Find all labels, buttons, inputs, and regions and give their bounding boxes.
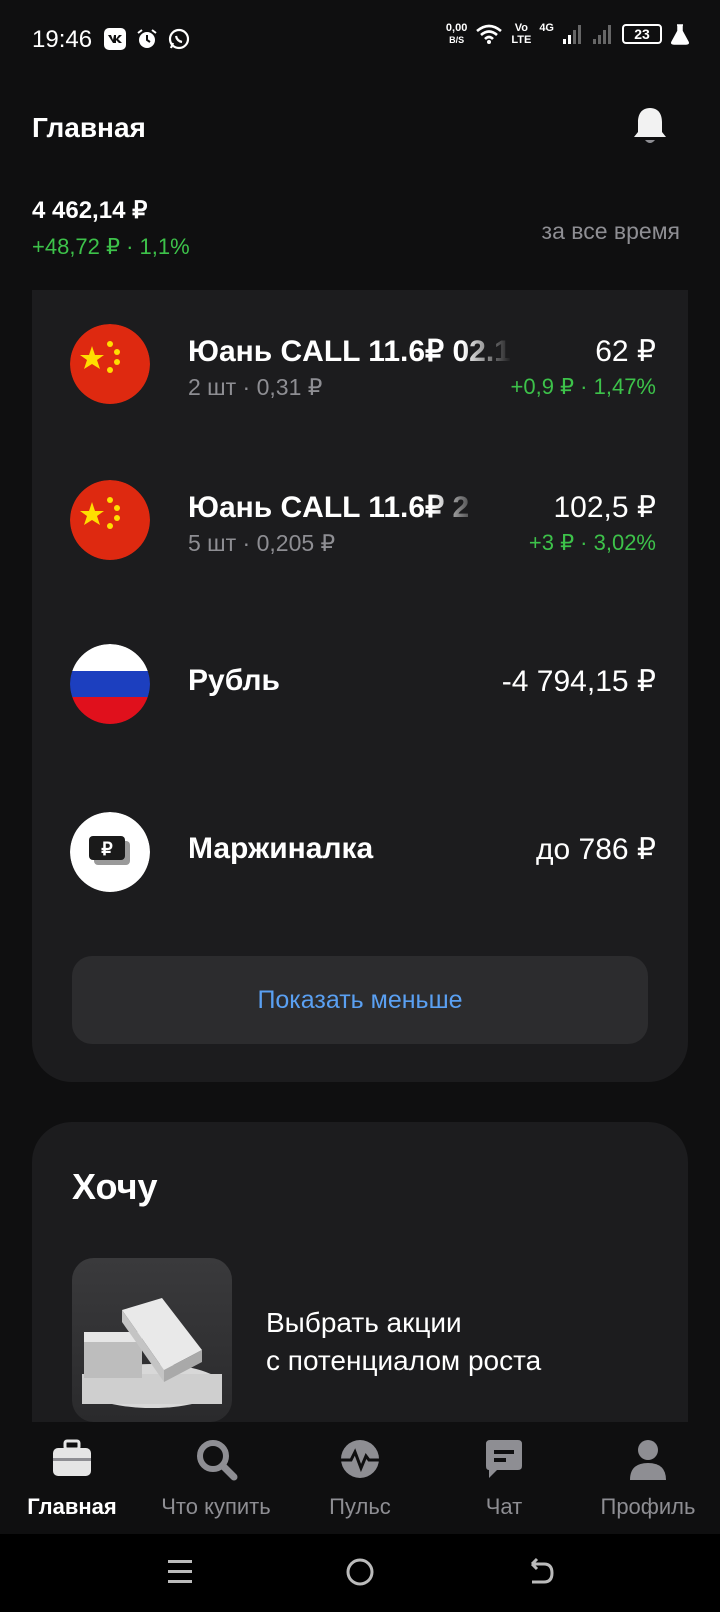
- wifi-icon: [476, 24, 503, 44]
- pulse-icon: [341, 1440, 379, 1478]
- chat-icon: [486, 1440, 522, 1478]
- flask-icon: [671, 24, 689, 45]
- search-icon: [197, 1440, 238, 1481]
- holding-name: Маржиналка: [188, 832, 374, 865]
- portfolio-total: 4 462,14 ₽: [32, 197, 148, 224]
- silver-bars-icon: [82, 1298, 222, 1408]
- tab-profile[interactable]: Профиль: [576, 1436, 720, 1520]
- promo-text[interactable]: Выбрать акции с потенциалом роста: [266, 1304, 541, 1380]
- want-card: Хочу Выбрать акции с потенциалом роста: [32, 1122, 688, 1422]
- alarm-icon: [137, 29, 157, 48]
- china-flag-icon: [70, 480, 150, 560]
- signal-icon: [563, 25, 581, 44]
- menu-icon[interactable]: [160, 1552, 200, 1592]
- home-icon[interactable]: [340, 1552, 380, 1592]
- tab-what-to-buy[interactable]: Что купить: [144, 1436, 288, 1520]
- holdings-card: Юань CALL 11.6₽ 02.1 2 шт · 0,31 ₽ 62 ₽ …: [32, 290, 688, 1082]
- list-item[interactable]: Юань CALL 11.6₽ 02.1 2 шт · 0,31 ₽ 62 ₽ …: [32, 324, 688, 424]
- holding-change: +3 ₽ · 3,02%: [528, 530, 656, 555]
- holding-quantity: 2 шт · 0,31 ₽: [188, 374, 323, 400]
- tab-home[interactable]: Главная: [0, 1436, 144, 1520]
- promo-line-1: Выбрать акции: [266, 1307, 462, 1338]
- status-time: 19:46: [32, 26, 93, 53]
- tab-pulse[interactable]: Пульс: [288, 1436, 432, 1520]
- holding-value: -4 794,15 ₽: [501, 665, 656, 698]
- tab-chat[interactable]: Чат: [432, 1436, 576, 1520]
- tab-bar: Главная Что купить Пульс Чат Профиль: [0, 1422, 720, 1534]
- russia-flag-icon: [70, 644, 150, 724]
- tab-label: Главная: [27, 1494, 117, 1519]
- ruble-card-icon: ₽: [70, 812, 150, 892]
- volte-indicator: Vo LTE: [511, 22, 531, 46]
- net-speed-unit: B/S: [449, 35, 465, 45]
- holding-value: до 786 ₽: [536, 833, 656, 866]
- battery-icon: 23: [622, 24, 662, 44]
- notification-icons: [104, 28, 190, 50]
- net-speed: 0,00 B/S: [446, 22, 467, 46]
- whatsapp-icon: [168, 28, 190, 50]
- show-less-button[interactable]: Показать меньше: [72, 956, 648, 1044]
- back-icon[interactable]: [520, 1552, 560, 1592]
- silver-bars-image[interactable]: [72, 1258, 232, 1422]
- tab-label: Пульс: [329, 1494, 391, 1519]
- section-title: Хочу: [72, 1166, 158, 1207]
- holding-change: +0,9 ₽ · 1,47%: [510, 374, 656, 399]
- vk-icon: [104, 28, 126, 50]
- bell-icon[interactable]: [628, 104, 672, 148]
- profile-icon: [630, 1440, 666, 1480]
- holding-name: Рубль: [188, 664, 280, 697]
- list-item[interactable]: Юань CALL 11.6₽ 2 5 шт · 0,205 ₽ 102,5 ₽…: [32, 480, 688, 580]
- portfolio-change: +48,72 ₽ · 1,1%: [32, 234, 190, 259]
- status-bar: 19:46 0,00 B/S Vo LTE 4G 23: [0, 0, 720, 80]
- page-title: Главная: [32, 112, 146, 143]
- holding-name: Юань CALL 11.6₽ 2: [188, 491, 470, 524]
- signal-icon: [593, 25, 611, 44]
- tab-label: Профиль: [600, 1494, 696, 1519]
- list-item[interactable]: ₽ Маржиналка до 786 ₽: [32, 802, 688, 902]
- network-type: 4G: [539, 22, 554, 34]
- svg-text:₽: ₽: [101, 839, 113, 859]
- tab-label: Что купить: [161, 1494, 271, 1519]
- net-speed-value: 0,00: [445, 22, 468, 34]
- volte-bottom: LTE: [511, 34, 532, 46]
- promo-line-2: с потенциалом роста: [266, 1345, 542, 1376]
- briefcase-icon: [53, 1439, 91, 1476]
- list-item[interactable]: Рубль -4 794,15 ₽: [32, 634, 688, 734]
- period-selector[interactable]: за все время: [542, 218, 680, 245]
- system-nav-bar: [0, 1534, 720, 1612]
- volte-top: Vo: [514, 22, 528, 34]
- tab-label: Чат: [485, 1494, 523, 1519]
- holding-value: 62 ₽: [595, 335, 656, 368]
- holding-quantity: 5 шт · 0,205 ₽: [188, 530, 336, 556]
- china-flag-icon: [70, 324, 150, 404]
- holding-value: 102,5 ₽: [553, 491, 657, 524]
- system-icons: 0,00 B/S Vo LTE 4G 23: [446, 22, 690, 46]
